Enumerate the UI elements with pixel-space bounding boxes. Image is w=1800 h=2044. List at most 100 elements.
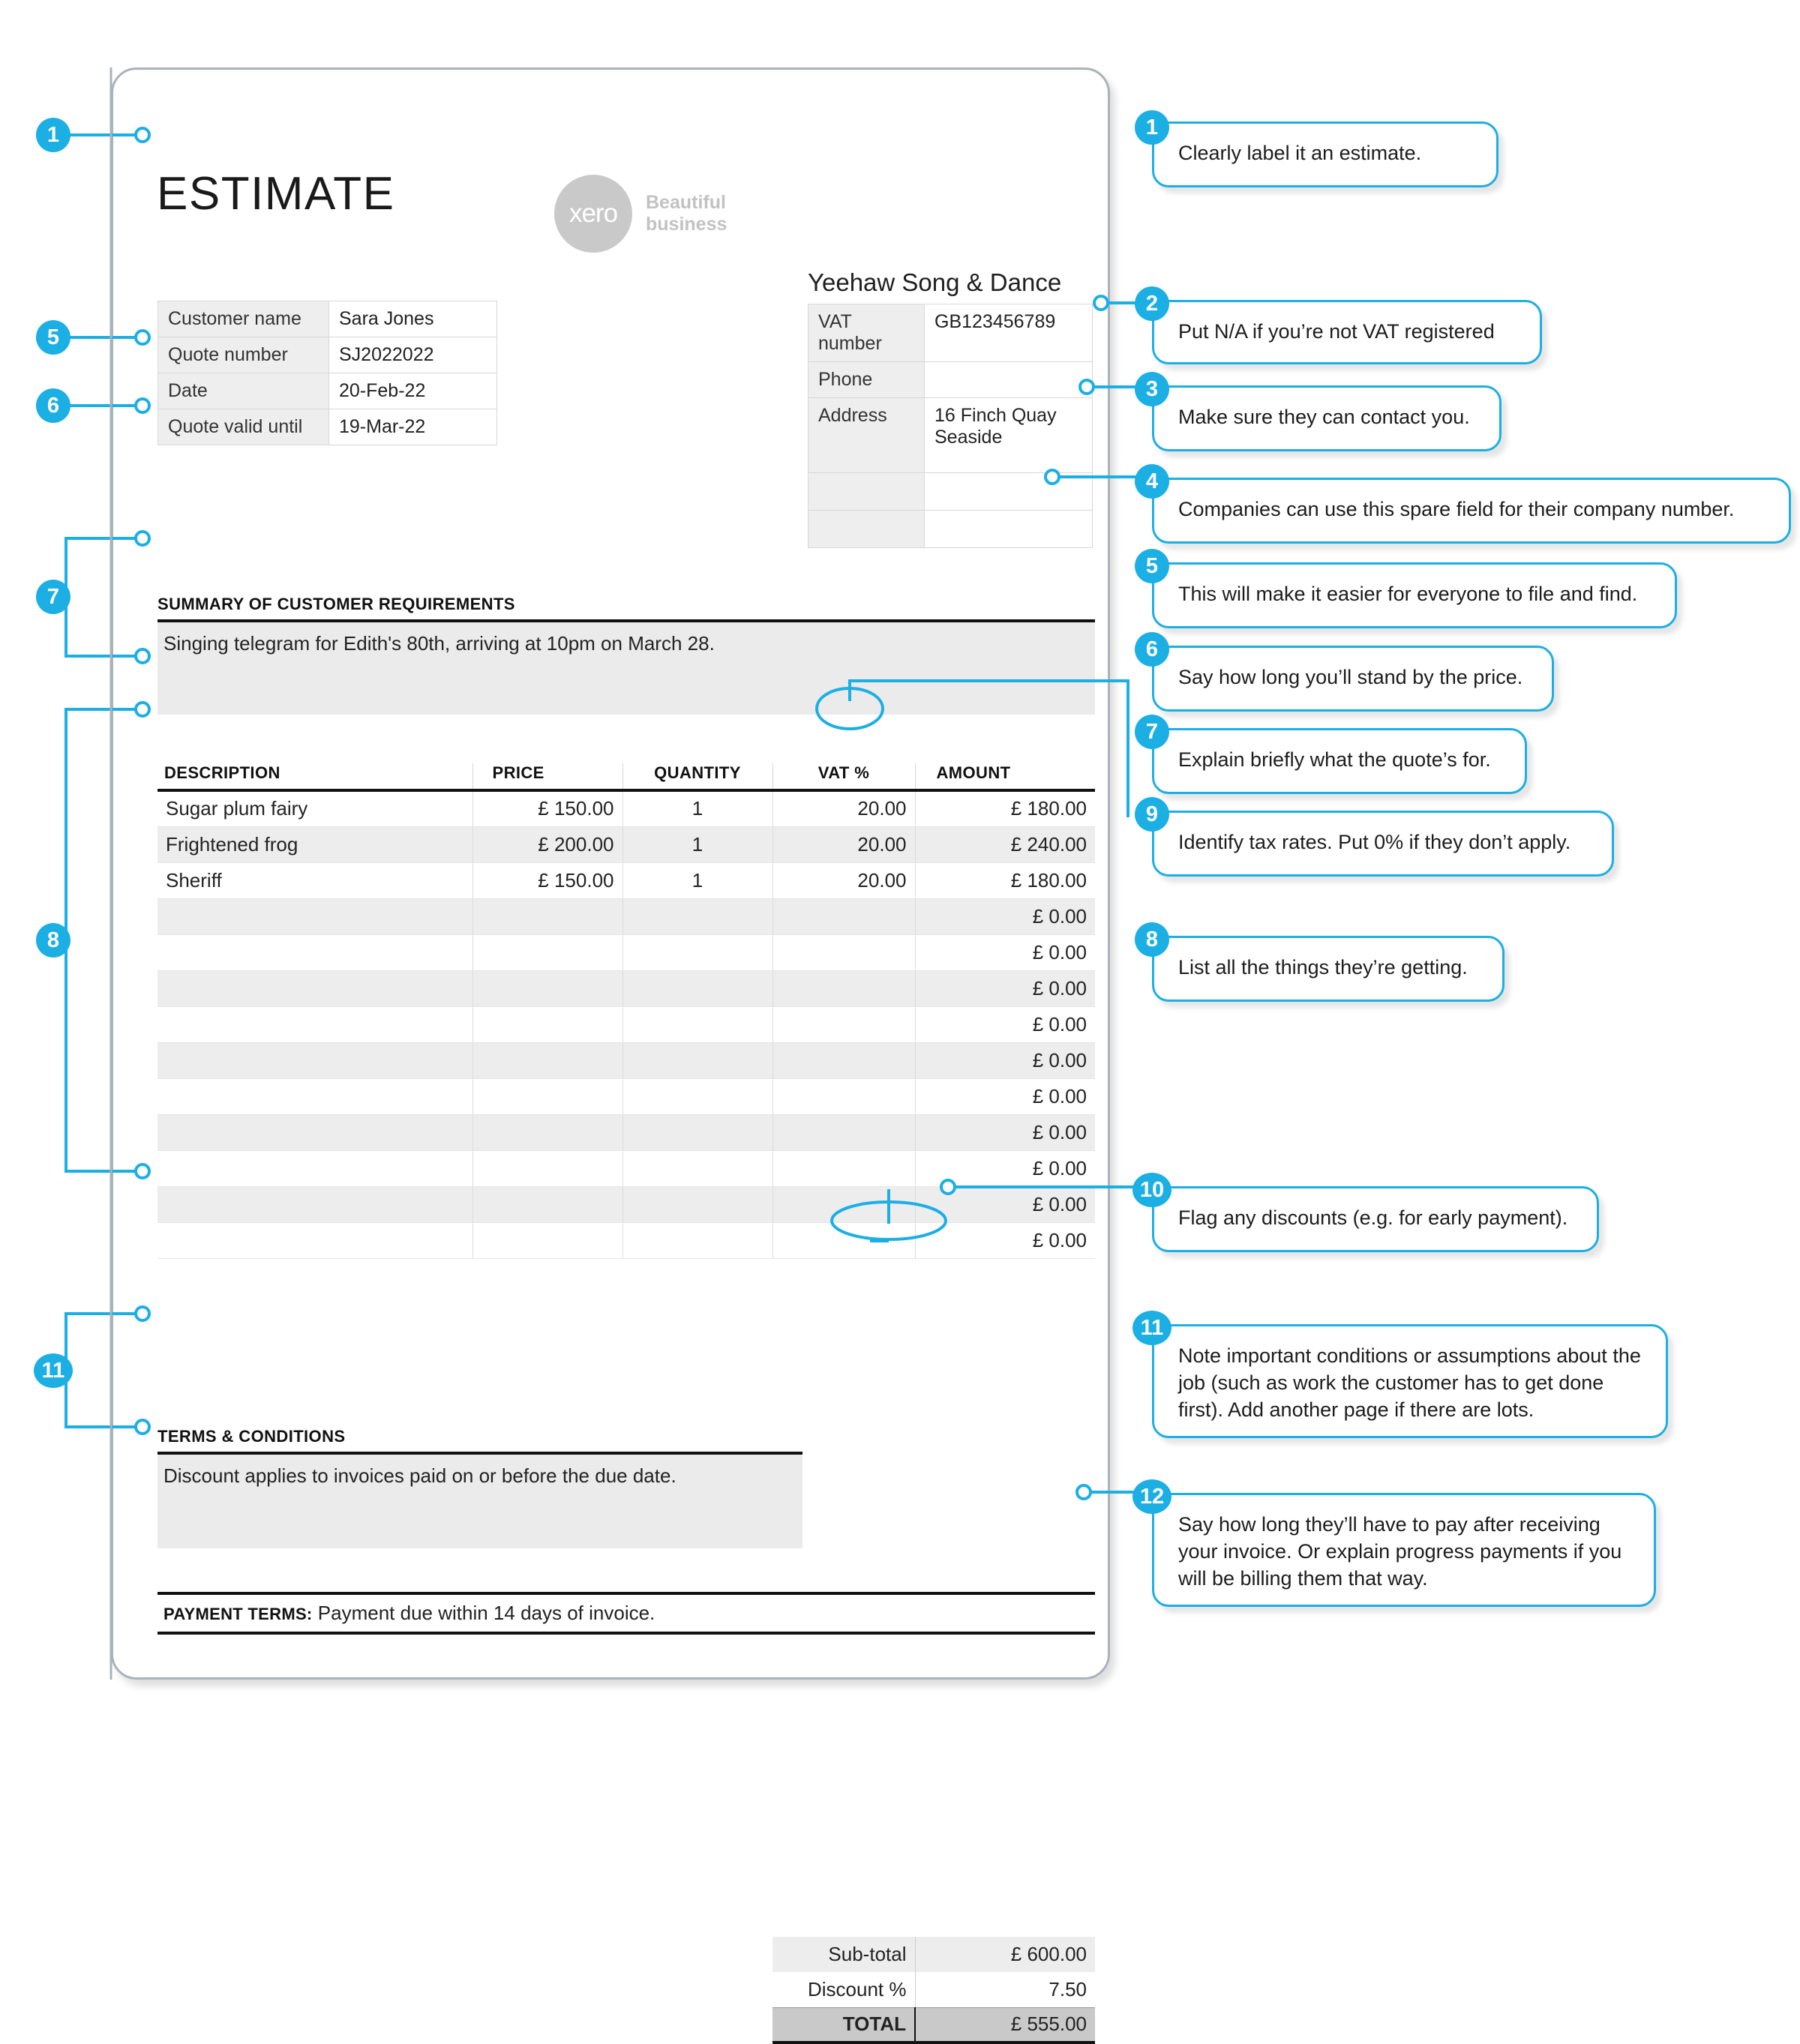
cell-price[interactable] [472,1186,623,1223]
cell-amount[interactable]: £ 0.00 [915,1078,1095,1115]
callout-5: This will make it easier for everyone to… [1152,562,1677,628]
cell-description[interactable] [158,1186,473,1223]
summary-section: SUMMARY OF CUSTOMER REQUIREMENTS Singing… [158,595,1095,715]
cell-quantity[interactable] [622,1042,773,1079]
cell-description[interactable] [158,1222,473,1259]
discount-value[interactable]: 7.50 [915,1972,1095,2007]
cell-quantity[interactable] [622,1006,773,1043]
subtotal-label: Sub-total [772,1937,916,1972]
cell-quantity[interactable] [622,898,773,935]
cell-quantity[interactable] [622,970,773,1007]
cell-vat[interactable]: 20.00 [772,790,916,827]
cell-price[interactable] [472,1114,623,1151]
cell-price[interactable]: £ 150.00 [472,862,623,899]
cell-vat[interactable] [772,898,916,935]
cell-vat[interactable]: 20.00 [772,826,916,863]
terms-text[interactable]: Discount applies to invoices paid on or … [158,1455,802,1548]
cell-price[interactable] [472,1078,623,1115]
callout-badge-3: 3 [1135,372,1169,406]
cell-amount[interactable]: £ 0.00 [915,934,1095,971]
cell-quantity[interactable] [622,1150,773,1187]
marker-badge-1: 1 [36,118,70,152]
cell-price[interactable]: £ 150.00 [472,790,623,827]
cell-vat[interactable] [772,1186,916,1223]
line-items-table: DESCRIPTION PRICE QUANTITY VAT % AMOUNT … [158,763,1095,1259]
cell-description[interactable]: Frightened frog [158,826,473,863]
phone-value[interactable] [924,361,1093,398]
callout-9: Identify tax rates. Put 0% if they don’t… [1152,811,1614,877]
subtotal-row: Sub-total £ 600.00 [772,1937,1095,1972]
cell-amount[interactable]: £ 0.00 [915,1114,1095,1151]
cell-quantity[interactable] [622,934,773,971]
cell-quantity[interactable]: 1 [622,862,773,899]
cell-description[interactable] [158,970,473,1007]
column-header-price: PRICE [472,763,623,792]
cell-quantity[interactable]: 1 [622,790,773,827]
cell-quantity[interactable] [622,1186,773,1223]
cell-description[interactable] [158,1042,473,1079]
customer-name-label: Customer name [158,301,329,337]
table-row: £ 0.00 [158,1006,1095,1043]
cell-price[interactable] [472,1222,623,1259]
cell-price[interactable] [472,1042,623,1079]
total-row: TOTAL £ 555.00 [772,2007,1095,2044]
cell-description[interactable] [158,1114,473,1151]
quote-number-value[interactable]: SJ2022022 [328,337,497,373]
callout-4: Companies can use this spare field for t… [1152,478,1791,544]
cell-price[interactable] [472,970,623,1007]
cell-quantity[interactable] [622,1222,773,1259]
date-label: Date [158,373,329,409]
customer-name-value[interactable]: Sara Jones [328,301,497,337]
logo-tagline-line2: business [646,214,728,235]
spare-field-2-value[interactable] [924,510,1093,548]
cell-description[interactable] [158,934,473,971]
cell-price[interactable] [472,934,623,971]
cell-description[interactable] [158,898,473,935]
cell-quantity[interactable]: 1 [622,826,773,863]
cell-vat[interactable] [772,1006,916,1043]
summary-text[interactable]: Singing telegram for Edith's 80th, arriv… [158,622,1095,715]
payment-terms-text[interactable]: Payment due within 14 days of invoice. [318,1602,655,1624]
column-header-quantity: QUANTITY [622,763,773,792]
cell-amount[interactable]: £ 0.00 [915,970,1095,1007]
cell-vat[interactable] [772,1042,916,1079]
cell-amount[interactable]: £ 0.00 [915,898,1095,935]
cell-quantity[interactable] [622,1114,773,1151]
column-header-amount: AMOUNT [915,763,1095,792]
cell-description[interactable] [158,1150,473,1187]
cell-amount[interactable]: £ 0.00 [915,1222,1095,1259]
cell-price[interactable]: £ 200.00 [472,826,623,863]
date-value[interactable]: 20-Feb-22 [328,373,497,409]
cell-description[interactable] [158,1006,473,1043]
quote-valid-until-value[interactable]: 19-Mar-22 [328,409,497,445]
table-row: Quote valid until 19-Mar-22 [158,409,497,445]
cell-amount[interactable]: £ 0.00 [915,1042,1095,1079]
cell-vat[interactable] [772,1078,916,1115]
cell-vat[interactable] [772,970,916,1007]
spare-field-2-label [808,510,925,548]
cell-amount[interactable]: £ 0.00 [915,1150,1095,1187]
cell-description[interactable]: Sugar plum fairy [158,790,473,827]
address-value[interactable]: 16 Finch Quay Seaside [924,397,1093,473]
cell-price[interactable] [472,1150,623,1187]
cell-amount[interactable]: £ 0.00 [915,1186,1095,1223]
cell-amount[interactable]: £ 180.00 [915,862,1095,899]
company-details-block: Yeehaw Song & Dance VAT number GB1234567… [808,268,1093,548]
cell-vat[interactable] [772,934,916,971]
vat-number-value[interactable]: GB123456789 [924,304,1093,362]
cell-vat[interactable]: 20.00 [772,862,916,899]
cell-price[interactable] [472,898,623,935]
cell-description[interactable] [158,1078,473,1115]
cell-vat[interactable] [772,1150,916,1187]
cell-amount[interactable]: £ 180.00 [915,790,1095,827]
cell-quantity[interactable] [622,1078,773,1115]
cell-vat[interactable] [772,1114,916,1151]
cell-description[interactable]: Sheriff [158,862,473,899]
callout-badge-10: 10 [1132,1173,1172,1207]
cell-price[interactable] [472,1006,623,1043]
cell-amount[interactable]: £ 240.00 [915,826,1095,863]
spare-field-1-value[interactable] [924,472,1093,511]
cell-amount[interactable]: £ 0.00 [915,1006,1095,1043]
cell-vat[interactable] [772,1222,916,1259]
callout-badge-6: 6 [1135,632,1169,667]
